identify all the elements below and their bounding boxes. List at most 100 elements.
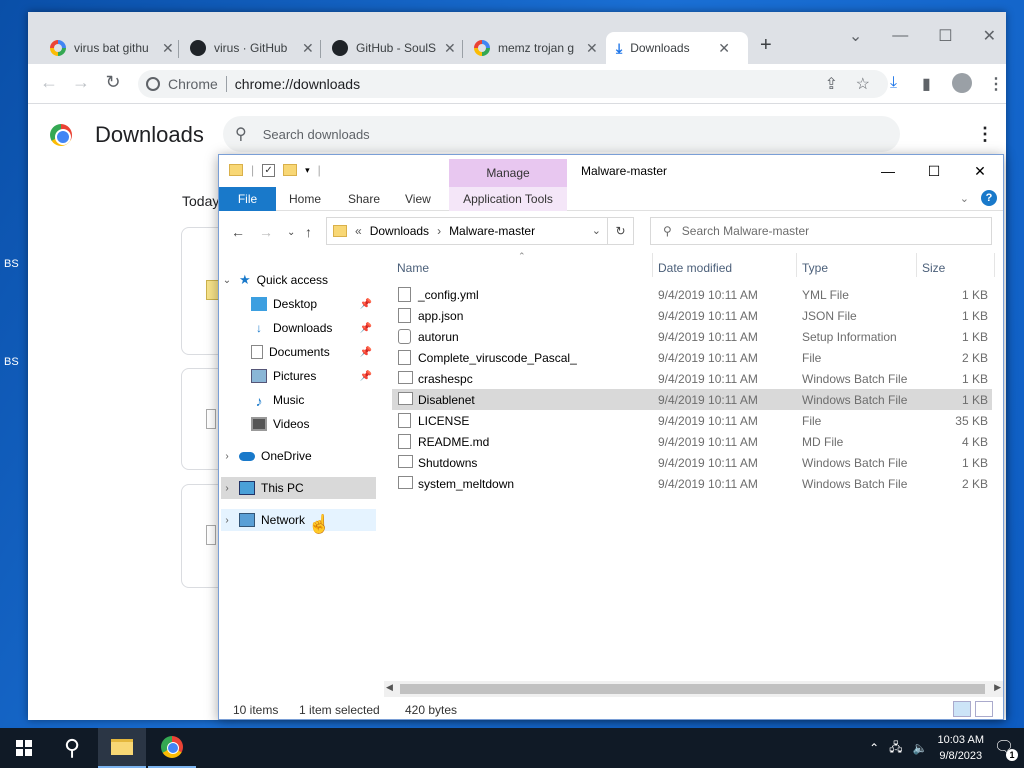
notification-center[interactable]: 🗨 1 [994, 737, 1018, 761]
close-icon[interactable]: ✕ [957, 163, 1003, 180]
explorer-search-input[interactable]: ⚲ Search Malware-master [650, 217, 992, 245]
up-icon[interactable]: ↑ [305, 224, 312, 240]
url-text[interactable]: chrome://downloads [235, 76, 360, 92]
file-row[interactable]: Shutdowns 9/4/2019 10:11 AM Windows Batc… [392, 452, 992, 473]
recent-locations-icon[interactable]: ⌄ [287, 227, 295, 238]
desktop-icon-label[interactable]: BS [4, 356, 19, 368]
column-divider[interactable] [994, 253, 995, 277]
file-row[interactable]: Complete_viruscode_Pascal_ 9/4/2019 10:1… [392, 347, 992, 368]
back-icon[interactable]: ← [231, 224, 245, 240]
taskbar-chrome[interactable] [148, 728, 196, 768]
breadcrumb-overflow[interactable]: « [355, 224, 362, 238]
scroll-right-icon[interactable]: ▶ [994, 682, 1001, 693]
tab-memz-trojan[interactable]: memz trojan g ✕ [464, 32, 608, 64]
tab-view[interactable]: View [405, 192, 431, 206]
chrome-page-icon[interactable] [146, 77, 160, 91]
minimize-icon[interactable]: — [892, 27, 908, 45]
nav-this-pc[interactable]: › This PC [221, 477, 376, 499]
nav-quick-access[interactable]: ⌄ ★ Quick access [221, 269, 376, 291]
tab-home[interactable]: Home [289, 192, 321, 206]
chevron-down-icon[interactable]: ⌄ [221, 275, 233, 286]
reload-icon[interactable]: ↻ [98, 72, 128, 93]
close-icon[interactable]: ✕ [983, 26, 996, 46]
close-icon[interactable]: ✕ [162, 40, 174, 57]
nav-onedrive[interactable]: › OneDrive [221, 445, 376, 467]
chevron-right-icon[interactable]: › [437, 224, 441, 238]
file-row[interactable]: _config.yml 9/4/2019 10:11 AM YML File 1… [392, 284, 992, 305]
tab-virus-github[interactable]: virus · GitHub ✕ [180, 32, 324, 64]
expand-ribbon-icon[interactable]: ⌄ [960, 192, 969, 205]
maximize-icon[interactable]: ☐ [911, 163, 957, 180]
start-button[interactable] [0, 728, 48, 768]
close-icon[interactable]: ✕ [586, 40, 598, 57]
file-row-selected[interactable]: Disablenet 9/4/2019 10:11 AM Windows Bat… [392, 389, 992, 410]
search-button[interactable]: ⚲ [48, 728, 96, 768]
forward-icon[interactable]: → [259, 224, 273, 240]
folder-icon[interactable] [229, 164, 243, 176]
tab-application-tools[interactable]: Application Tools [449, 187, 567, 211]
column-divider[interactable] [652, 253, 653, 277]
forward-icon[interactable]: → [66, 72, 96, 93]
close-icon[interactable]: ✕ [718, 40, 730, 57]
breadcrumb-malware-master[interactable]: Malware-master [449, 224, 535, 238]
maximize-icon[interactable]: ☐ [938, 26, 952, 46]
column-divider[interactable] [796, 253, 797, 277]
nav-videos[interactable]: Videos [221, 413, 376, 435]
horizontal-scrollbar[interactable]: ◀ ▶ [384, 681, 1003, 697]
tab-search-icon[interactable]: ⌄ [849, 26, 862, 46]
file-row[interactable]: autorun 9/4/2019 10:11 AM Setup Informat… [392, 326, 992, 347]
chevron-right-icon[interactable]: › [221, 515, 233, 526]
downloads-search-input[interactable]: ⚲ Search downloads [223, 116, 900, 152]
close-icon[interactable]: ✕ [302, 40, 314, 57]
nav-downloads[interactable]: ↓ Downloads 📌 [221, 317, 376, 339]
desktop-icon-label[interactable]: BS [4, 258, 19, 270]
tab-downloads[interactable]: ⤓ Downloads ✕ [606, 32, 748, 64]
profile-avatar[interactable] [952, 73, 972, 93]
large-icons-view-icon[interactable] [975, 701, 993, 717]
file-row[interactable]: system_meltdown 9/4/2019 10:11 AM Window… [392, 473, 992, 494]
close-icon[interactable]: ✕ [444, 40, 456, 57]
column-name[interactable]: Name [397, 261, 429, 275]
nav-network[interactable]: › Network [221, 509, 376, 531]
back-icon[interactable]: ← [34, 72, 64, 93]
taskbar-file-explorer[interactable] [98, 728, 146, 768]
column-date[interactable]: Date modified [658, 261, 732, 275]
customize-qat-icon[interactable]: ▾ [305, 165, 310, 176]
chevron-right-icon[interactable]: › [221, 451, 233, 462]
file-row[interactable]: app.json 9/4/2019 10:11 AM JSON File 1 K… [392, 305, 992, 326]
tab-share[interactable]: Share [348, 192, 380, 206]
help-icon[interactable]: ? [981, 190, 997, 206]
column-size[interactable]: Size [922, 261, 945, 275]
share-icon[interactable]: ⇪ [825, 74, 838, 94]
nav-documents[interactable]: Documents 📌 [221, 341, 376, 363]
file-row[interactable]: crashespc 9/4/2019 10:11 AM Windows Batc… [392, 368, 992, 389]
scrollbar-thumb[interactable] [400, 684, 985, 694]
nav-pictures[interactable]: Pictures 📌 [221, 365, 376, 387]
more-actions-icon[interactable]: ⋮ [976, 124, 994, 145]
new-tab-button[interactable]: + [760, 34, 772, 57]
tab-virus-bat[interactable]: virus bat githu ✕ [40, 32, 184, 64]
properties-icon[interactable]: ✓ [262, 163, 276, 177]
refresh-button[interactable]: ↻ [608, 217, 634, 245]
volume-icon[interactable]: 🔈 [913, 741, 928, 755]
column-type[interactable]: Type [802, 261, 828, 275]
chevron-right-icon[interactable]: › [221, 483, 233, 494]
address-bar[interactable]: « Downloads › Malware-master ⌄ [326, 217, 608, 245]
file-row[interactable]: README.md 9/4/2019 10:11 AM MD File 4 KB [392, 431, 992, 452]
scroll-left-icon[interactable]: ◀ [386, 682, 393, 693]
nav-music[interactable]: ♪ Music [221, 389, 376, 411]
download-icon[interactable]: ⤓ [890, 74, 897, 92]
menu-icon[interactable]: ⋮ [988, 74, 1004, 94]
new-folder-icon[interactable] [283, 164, 298, 176]
details-view-icon[interactable] [953, 701, 971, 717]
chevron-up-icon[interactable]: ⌃ [869, 741, 879, 755]
clock[interactable]: 10:03 AM 9/8/2023 [938, 732, 984, 764]
nav-desktop[interactable]: Desktop 📌 [221, 293, 376, 315]
star-icon[interactable]: ☆ [856, 74, 870, 94]
breadcrumb-downloads[interactable]: Downloads [370, 224, 429, 238]
network-icon[interactable]: 🖧 [889, 738, 902, 759]
side-panel-icon[interactable]: ▮ [922, 74, 931, 94]
file-row[interactable]: LICENSE 9/4/2019 10:11 AM File 35 KB [392, 410, 992, 431]
tab-github-souls[interactable]: GitHub - SoulS ✕ [322, 32, 466, 64]
tab-file[interactable]: File [219, 187, 276, 211]
